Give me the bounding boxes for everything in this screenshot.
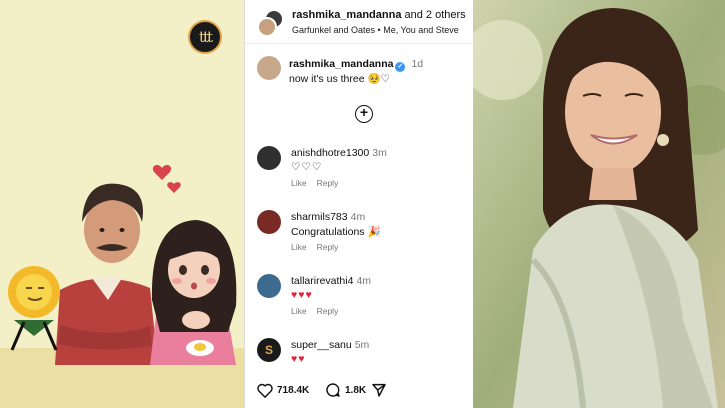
verified-icon: ✓ <box>395 62 406 72</box>
comment-username[interactable]: tallarirevathi4 <box>291 275 353 287</box>
avatar <box>257 17 277 37</box>
comment-text: ♥♥♥ <box>291 289 313 301</box>
comment-time: 4m <box>350 211 366 223</box>
comment-time: 4m <box>356 275 372 287</box>
avatar[interactable] <box>257 56 281 80</box>
comment-item: anishdhotre1300 3m ♡♡♡ Like Reply <box>257 146 467 196</box>
comment-header: sharmils783 4m <box>291 211 365 223</box>
comment-item: sharmils783 4m Congratulations 🎉 Like Repl… <box>257 210 467 260</box>
comment-actions: Like Reply <box>291 306 348 316</box>
comment-button[interactable]: 1.8K <box>325 378 366 402</box>
like-comment-button[interactable]: Like <box>291 306 307 316</box>
comment-text: ♡♡♡ <box>291 161 323 173</box>
comment-text: ♥♥ <box>291 353 306 365</box>
comment-icon <box>326 383 340 397</box>
comment-actions: Like Reply <box>291 178 348 188</box>
author-username[interactable]: rashmika_mandanna <box>292 9 401 21</box>
comment-header: super__sanu 5m <box>291 339 369 351</box>
comment-count: 1.8K <box>345 384 367 396</box>
collab-avatars[interactable] <box>257 9 285 37</box>
portrait-image <box>473 0 725 408</box>
avatar[interactable] <box>257 210 281 234</box>
couple-cartoon-image <box>8 165 237 365</box>
like-count: 718.4K <box>277 384 310 396</box>
heart-icon <box>257 383 273 398</box>
share-icon <box>372 383 386 397</box>
caption-text: now it's us three 🥹♡ <box>289 73 390 85</box>
ttt-badge-icon: ttt <box>188 20 222 54</box>
like-comment-button[interactable]: Like <box>291 242 307 252</box>
post-action-bar: 718.4K 1.8K <box>245 378 474 402</box>
share-button[interactable] <box>371 378 391 402</box>
instagram-post: rashmika_mandanna and 2 others Garfunkel… <box>244 0 474 408</box>
caption-time: 1d <box>411 58 424 70</box>
comment-item: tallarirevathi4 4m ♥♥♥ Like Reply <box>257 274 467 324</box>
add-circle-icon[interactable]: + <box>355 105 373 123</box>
post-header: rashmika_mandanna and 2 others Garfunkel… <box>245 0 474 44</box>
like-button[interactable]: 718.4K <box>257 378 309 402</box>
comment-time: 3m <box>372 147 387 159</box>
reply-button[interactable]: Reply <box>317 242 339 252</box>
collab-suffix[interactable]: and 2 others <box>405 9 466 21</box>
illustration-panel: ttt <box>0 0 244 408</box>
actress-photo <box>473 0 725 408</box>
comment-username[interactable]: super__sanu <box>291 339 352 351</box>
comment-header: anishdhotre1300 3m <box>291 147 387 159</box>
reply-button[interactable]: Reply <box>317 178 339 188</box>
avatar[interactable] <box>257 274 281 298</box>
comment-time: 5m <box>354 339 370 351</box>
reply-button[interactable]: Reply <box>317 306 339 316</box>
avatar[interactable] <box>257 146 281 170</box>
post-authors[interactable]: rashmika_mandanna and 2 others <box>292 9 466 21</box>
comment-actions: Like Reply <box>291 242 348 252</box>
comment-username[interactable]: anishdhotre1300 <box>291 147 369 159</box>
like-comment-button[interactable]: Like <box>291 178 307 188</box>
comment-username[interactable]: sharmils783 <box>291 211 348 223</box>
avatar[interactable]: S <box>257 338 281 362</box>
comment-header: tallarirevathi4 4m <box>291 275 371 287</box>
caption-username[interactable]: rashmika_mandanna <box>289 58 393 70</box>
comment-text: Congratulations 🎉 <box>291 226 381 238</box>
caption-header: rashmika_mandanna ✓ 1d <box>289 58 423 72</box>
audio-track[interactable]: Garfunkel and Oates • Me, You and Steve <box>292 25 459 35</box>
